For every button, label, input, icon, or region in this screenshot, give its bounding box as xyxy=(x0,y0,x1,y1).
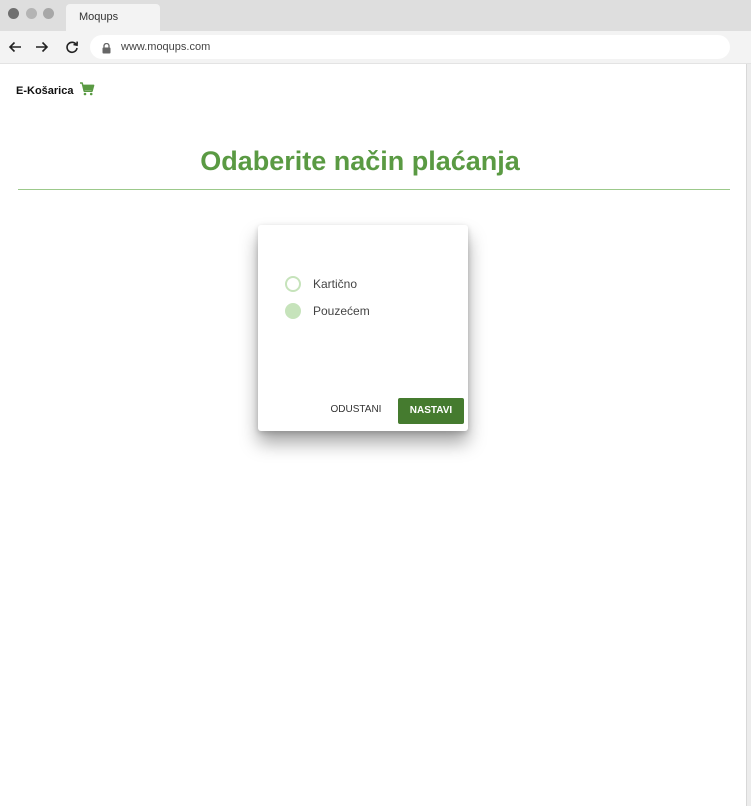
back-arrow-icon[interactable] xyxy=(7,39,23,55)
close-window-dot[interactable] xyxy=(8,8,19,19)
radio-cash-on-delivery[interactable] xyxy=(285,303,301,319)
radio-card[interactable] xyxy=(285,276,301,292)
minimize-window-dot[interactable] xyxy=(26,8,37,19)
browser-tab-bar: Moqups xyxy=(0,0,751,31)
title-divider xyxy=(18,189,730,190)
payment-option-label: Kartično xyxy=(313,277,358,291)
window-scrollbar[interactable] xyxy=(746,64,751,806)
cancel-button[interactable]: ODUSTANI xyxy=(324,399,388,421)
browser-tab-title: Moqups xyxy=(79,11,119,23)
continue-button[interactable]: NASTAVI xyxy=(398,398,464,424)
brand-name: E-Košarica xyxy=(16,85,74,97)
address-bar[interactable]: www.moqups.com xyxy=(90,35,730,59)
lock-icon xyxy=(102,41,111,59)
maximize-window-dot[interactable] xyxy=(43,8,54,19)
payment-option-label: Pouzećem xyxy=(313,304,370,318)
reload-icon[interactable] xyxy=(64,39,80,55)
url-text: www.moqups.com xyxy=(121,41,211,53)
forward-arrow-icon[interactable] xyxy=(34,39,50,55)
browser-tab[interactable]: Moqups xyxy=(66,4,160,31)
payment-method-dialog: Kartično Pouzećem ODUSTANI NASTAVI xyxy=(258,225,468,431)
browser-nav-bar: www.moqups.com xyxy=(0,31,751,64)
shopping-cart-icon[interactable] xyxy=(79,81,95,102)
page-title: Odaberite način plaćanja xyxy=(200,146,520,176)
